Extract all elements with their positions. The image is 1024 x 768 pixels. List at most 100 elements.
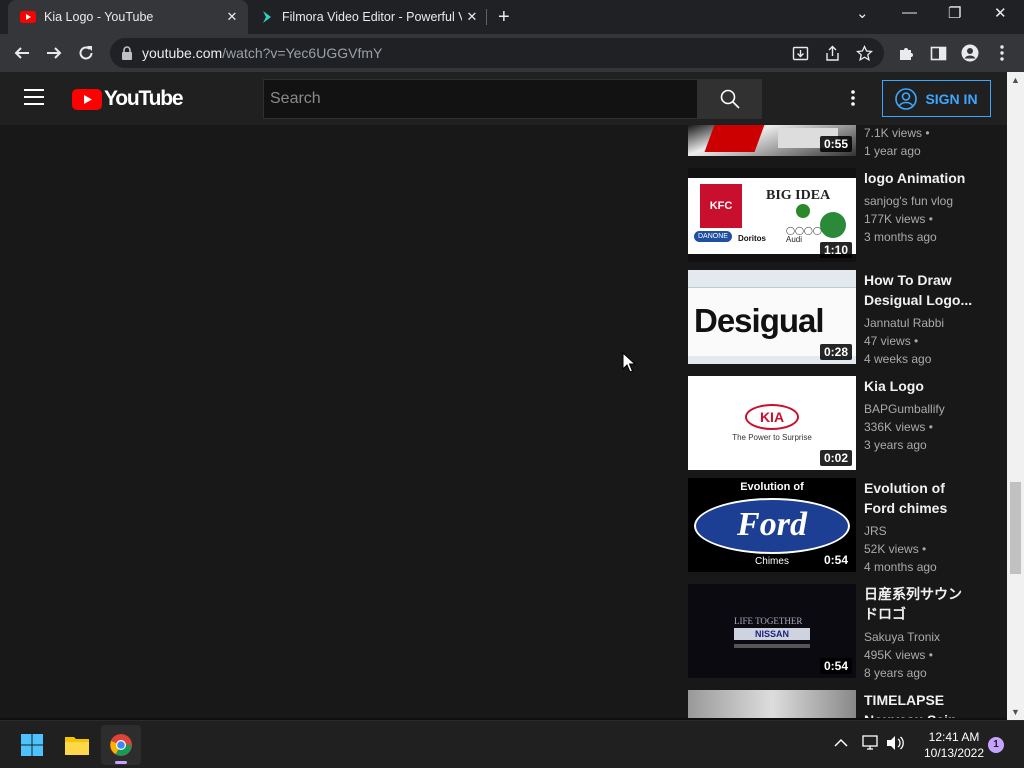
japanese-caption-line xyxy=(734,644,810,648)
volume-icon[interactable] xyxy=(886,735,904,755)
bookmark-star-icon[interactable] xyxy=(856,45,873,62)
video-thumbnail[interactable]: LIFE TOGETHER NISSAN 0:54 xyxy=(688,584,856,678)
thumb-border xyxy=(688,168,856,178)
ford-logo: Ford xyxy=(694,498,850,554)
video-views: 7.1K views • xyxy=(864,126,930,140)
extensions-button[interactable] xyxy=(894,41,918,65)
video-thumbnail[interactable]: Evolution of Ford Chimes 0:54 xyxy=(688,478,856,572)
video-title[interactable]: How To Draw Desigual Logo... xyxy=(864,270,974,310)
windows-start-icon xyxy=(21,734,43,756)
tab-title: Filmora Video Editor - Powerful V xyxy=(282,10,462,24)
close-window-button[interactable]: ✕ xyxy=(994,4,1007,22)
big-idea-logo: BIG IDEA xyxy=(766,188,831,203)
account-circle-icon xyxy=(895,87,918,110)
settings-menu-button[interactable] xyxy=(851,90,855,111)
ford-caption-top: Evolution of xyxy=(740,481,804,493)
url-path: /watch?v=Yec6UGGVfmY xyxy=(222,45,383,61)
tab-filmora[interactable]: Filmora Video Editor - Powerful V ✕ xyxy=(252,0,488,34)
related-video-item[interactable]: Evolution of Ford Chimes 0:54 Evolution … xyxy=(688,478,988,574)
hamburger-icon xyxy=(24,89,44,105)
youtube-masthead: YouTube SIGN IN xyxy=(0,72,1007,125)
windows-taskbar: 12:41 AM 10/13/2022 1 xyxy=(0,720,1024,768)
video-title[interactable]: TIMELAPSE Nouveau Sain xyxy=(864,690,974,718)
related-video-item[interactable]: 0:55 7.1K views • 1 year ago xyxy=(688,125,988,158)
side-panel-button[interactable] xyxy=(926,41,950,65)
arrow-right-icon xyxy=(47,47,62,59)
scroll-down-arrow-icon[interactable]: ▼ xyxy=(1007,704,1024,720)
scrollbar-thumb[interactable] xyxy=(1010,482,1021,574)
search-input[interactable] xyxy=(264,80,697,118)
lock-icon[interactable] xyxy=(121,46,133,60)
file-explorer-button[interactable] xyxy=(57,725,97,765)
kebab-menu-icon xyxy=(1000,45,1004,61)
video-thumbnail[interactable]: 0:55 xyxy=(688,125,856,156)
start-button[interactable] xyxy=(12,725,52,765)
active-app-indicator xyxy=(115,761,127,764)
search-button[interactable] xyxy=(698,79,762,119)
video-channel[interactable]: JRS xyxy=(864,522,887,540)
video-age: 8 years ago xyxy=(864,666,927,680)
related-video-item[interactable]: KFC BIG IDEA DANONE Doritos ◯◯◯◯ Audi 1:1… xyxy=(688,168,988,262)
video-channel[interactable]: BAPGumballify xyxy=(864,400,945,418)
related-video-item[interactable]: TIMELAPSE Nouveau Sain xyxy=(688,690,988,718)
kebab-menu-icon xyxy=(851,90,855,106)
watch-page: 0:55 7.1K views • 1 year ago KFC BIG IDE… xyxy=(0,125,1007,718)
page-scrollbar[interactable]: ▲ ▼ xyxy=(1007,72,1024,720)
url-host: youtube.com xyxy=(142,45,223,61)
taskbar-clock[interactable]: 12:41 AM 10/13/2022 xyxy=(914,729,994,761)
related-video-item[interactable]: KIA The Power to Surprise 0:02 Kia Logo … xyxy=(688,376,988,470)
video-views: 495K views • xyxy=(864,648,933,662)
video-title[interactable]: Kia Logo xyxy=(864,376,974,396)
install-app-icon[interactable] xyxy=(792,45,809,62)
video-thumbnail[interactable]: KIA The Power to Surprise 0:02 xyxy=(688,376,856,470)
related-video-item[interactable]: Desigual 0:28 How To Draw Desigual Logo.… xyxy=(688,270,988,366)
apple-shape xyxy=(796,204,810,218)
clock-time: 12:41 AM xyxy=(928,730,980,744)
video-thumbnail[interactable]: Desigual 0:28 xyxy=(688,270,856,364)
back-button[interactable] xyxy=(10,41,34,65)
paint-ribbon xyxy=(688,270,856,288)
new-tab-button[interactable]: + xyxy=(498,6,510,29)
chrome-icon xyxy=(110,734,132,756)
desigual-logo: Desigual xyxy=(694,302,825,339)
network-icon[interactable] xyxy=(862,735,880,755)
chrome-taskbar-button[interactable] xyxy=(101,725,141,765)
kia-tagline: The Power to Surprise xyxy=(732,433,812,442)
video-channel[interactable]: Sakuya Tronix xyxy=(864,628,940,646)
video-channel[interactable]: Jannatul Rabbi xyxy=(864,314,944,332)
minimize-button[interactable]: — xyxy=(902,4,917,21)
share-icon[interactable] xyxy=(824,45,841,62)
related-video-item[interactable]: LIFE TOGETHER NISSAN 0:54 日産系列サウンドロゴ Sak… xyxy=(688,584,988,680)
sign-in-button[interactable]: SIGN IN xyxy=(882,80,991,117)
scroll-up-arrow-icon[interactable]: ▲ xyxy=(1007,72,1024,88)
guide-menu-button[interactable] xyxy=(24,88,46,111)
youtube-favicon-icon xyxy=(20,11,36,23)
forward-button[interactable] xyxy=(42,41,66,65)
youtube-logo[interactable]: YouTube xyxy=(72,87,184,111)
video-views: 336K views • xyxy=(864,420,933,434)
video-thumbnail[interactable] xyxy=(688,690,856,718)
notification-badge[interactable]: 1 xyxy=(988,737,1004,753)
arrow-left-icon xyxy=(14,47,29,59)
address-bar[interactable]: youtube.com/watch?v=Yec6UGGVfmY xyxy=(110,38,884,68)
audi-label: Audi xyxy=(786,235,803,244)
tab-close-icon[interactable]: ✕ xyxy=(222,9,242,25)
video-title[interactable]: 日産系列サウンドロゴ xyxy=(864,584,974,624)
browser-toolbar: youtube.com/watch?v=Yec6UGGVfmY xyxy=(0,34,1024,72)
video-channel[interactable]: sanjog's fun vlog xyxy=(864,192,953,210)
show-hidden-icons-icon[interactable] xyxy=(834,735,848,752)
puzzle-icon xyxy=(899,47,913,60)
video-title[interactable]: logo Animation xyxy=(864,168,974,188)
tab-search-icon[interactable]: ⌄ xyxy=(856,4,869,22)
chrome-menu-button[interactable] xyxy=(990,41,1014,65)
video-title[interactable]: Evolution of Ford chimes xyxy=(864,478,974,518)
search-box[interactable] xyxy=(263,79,698,119)
reload-icon xyxy=(79,46,93,60)
profile-button[interactable] xyxy=(958,41,982,65)
tab-kia-logo-youtube[interactable]: Kia Logo - YouTube ✕ xyxy=(8,0,248,34)
reload-button[interactable] xyxy=(74,41,98,65)
video-thumbnail[interactable]: KFC BIG IDEA DANONE Doritos ◯◯◯◯ Audi 1:1… xyxy=(688,168,856,262)
restore-button[interactable]: ❐ xyxy=(948,4,961,22)
video-age: 1 year ago xyxy=(864,144,921,158)
tab-close-icon[interactable]: ✕ xyxy=(462,9,482,25)
